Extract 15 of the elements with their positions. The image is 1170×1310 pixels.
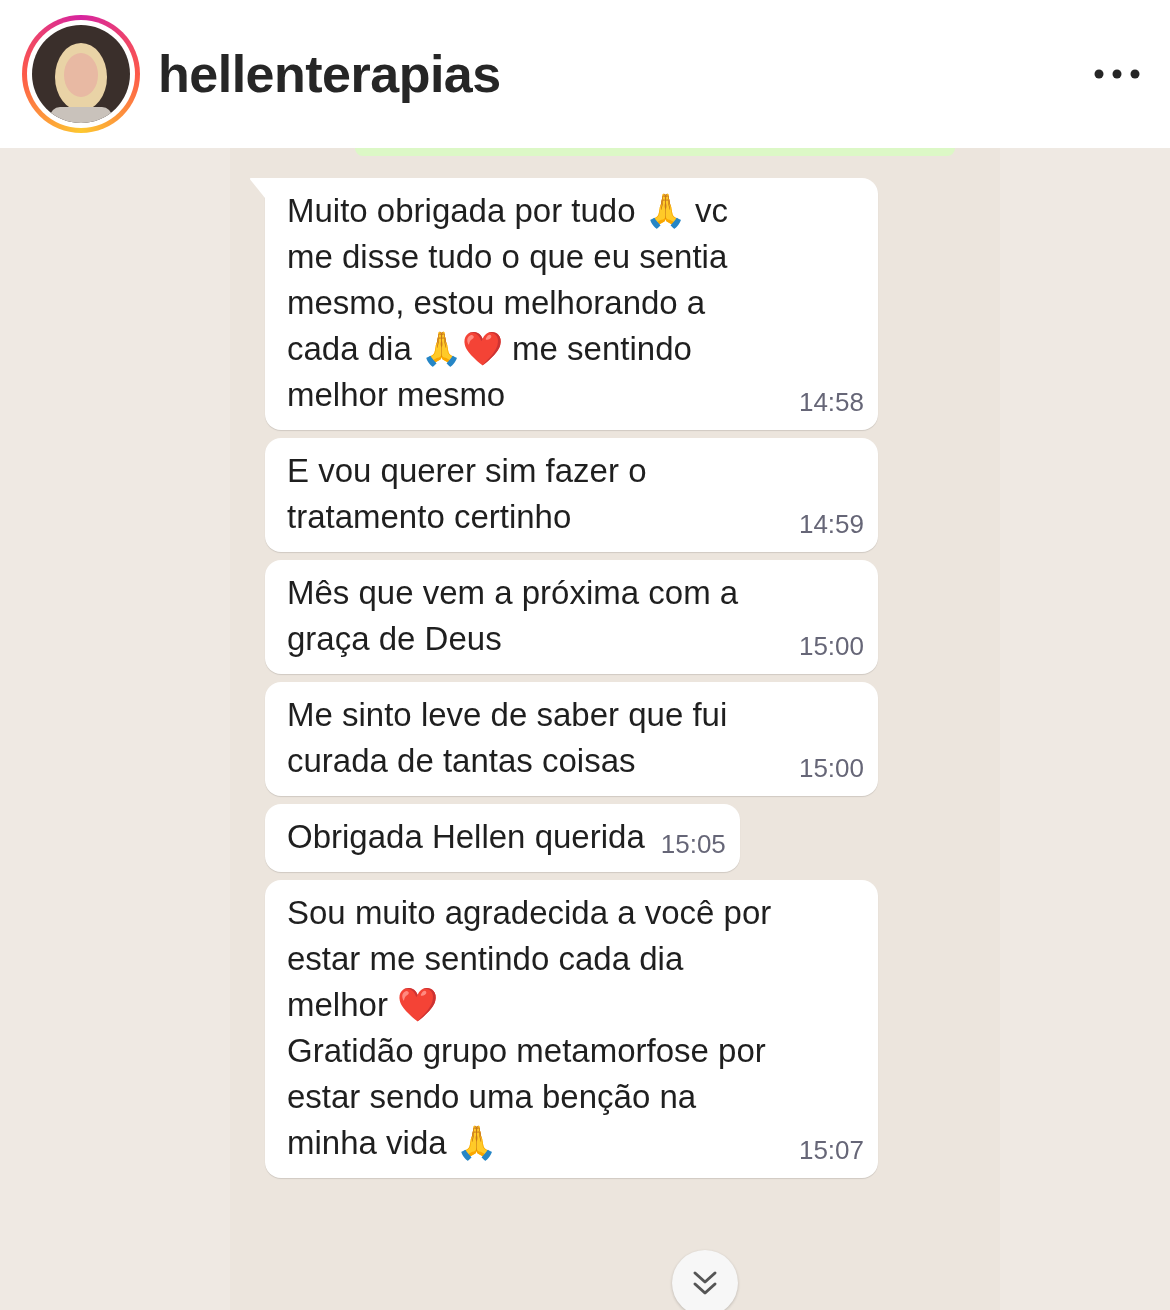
message-text: Muito obrigada por tudo 🙏 vc me disse tudo o que eu sentia mesmo, estou melhorando a cada dia 🙏❤ me sentindo melhor mesmo xyxy=(287,191,729,415)
message-time: 15:07 xyxy=(798,1134,864,1167)
message-text: Sou muito agradecida a você por estar me sentindo cada dia melhor ❤ Gratidão grupo metamorfose por estar sendo uma benção na minha vida 🙏 xyxy=(287,893,773,1163)
message-time: 15:00 xyxy=(798,752,864,785)
message-time: 14:59 xyxy=(798,508,864,541)
message-text: Obrigada Hellen querida xyxy=(287,817,645,857)
message-text: Me sinto leve de saber que fui curada de tantas coisas xyxy=(287,695,729,781)
message-time: 15:05 xyxy=(660,828,726,861)
message-text: E vou querer sim fazer o tratamento certinho xyxy=(287,451,648,537)
more-options-icon[interactable] xyxy=(1094,69,1140,79)
username[interactable]: hellenterapias xyxy=(158,35,501,113)
message-time: 14:58 xyxy=(798,386,864,419)
message-time: 15:00 xyxy=(798,630,864,663)
message-text: Mês que vem a próxima com a graça de Deus xyxy=(287,573,740,659)
avatar[interactable] xyxy=(32,25,130,123)
